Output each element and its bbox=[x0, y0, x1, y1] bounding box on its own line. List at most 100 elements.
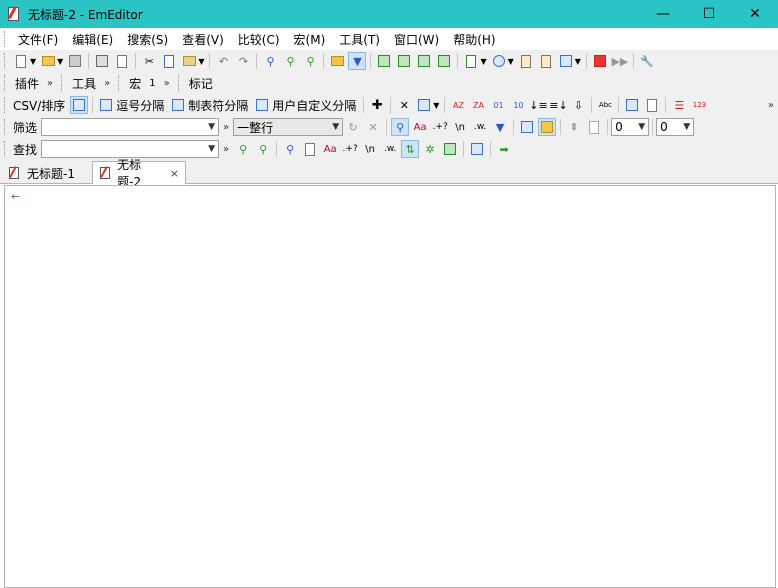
filter-search-icon[interactable]: ⚲ bbox=[391, 118, 410, 136]
clear-filter-icon[interactable]: ✕ bbox=[364, 118, 382, 136]
numbering-icon[interactable]: 123 bbox=[690, 96, 708, 114]
highlight-search-icon[interactable]: ⚲ bbox=[281, 140, 299, 158]
find-window-icon[interactable] bbox=[468, 140, 486, 158]
close-button[interactable]: ✕ bbox=[732, 0, 778, 28]
maximize-button[interactable]: ☐ bbox=[686, 0, 732, 28]
config-icon[interactable] bbox=[537, 52, 555, 70]
user-defined-separator-button[interactable]: 用户自定义分隔 bbox=[272, 97, 360, 114]
tools-chevron-icon[interactable]: » bbox=[100, 78, 114, 89]
toolbar-grip[interactable] bbox=[4, 75, 7, 91]
menu-search[interactable]: 搜索(S) bbox=[120, 31, 175, 48]
undo-icon[interactable]: ↶ bbox=[214, 52, 232, 70]
csv-overflow-chevron-icon[interactable]: » bbox=[764, 100, 778, 111]
sort-length-asc-icon[interactable]: ↓≡ bbox=[529, 96, 547, 114]
record-macro-icon[interactable] bbox=[591, 52, 609, 70]
globe-icon[interactable] bbox=[490, 52, 508, 70]
marker-label[interactable]: 标记 bbox=[185, 75, 217, 92]
match-case-icon[interactable]: Aa bbox=[321, 140, 339, 158]
whole-word-icon[interactable]: .w. bbox=[471, 118, 489, 136]
columns-dropdown-icon[interactable]: ▼ bbox=[433, 101, 439, 110]
csv-grid-icon[interactable] bbox=[395, 52, 413, 70]
newline-icon[interactable]: \n bbox=[361, 140, 379, 158]
tab-untitled-1[interactable]: 无标题-1 bbox=[2, 162, 90, 184]
export-icon[interactable] bbox=[435, 52, 453, 70]
list-icon[interactable]: ☰ bbox=[670, 96, 688, 114]
find-chevron-icon[interactable]: » bbox=[219, 144, 233, 155]
menu-window[interactable]: 窗口(W) bbox=[387, 31, 446, 48]
filter-toggle-icon[interactable]: ▼ bbox=[348, 52, 367, 70]
menu-tools[interactable]: 工具(T) bbox=[332, 31, 387, 48]
comma-separated-button[interactable]: 逗号分隔 bbox=[116, 97, 168, 114]
chevron-down-icon[interactable]: ▼ bbox=[208, 144, 215, 154]
find-doc-icon[interactable] bbox=[301, 140, 319, 158]
sort-01-icon[interactable]: 01 bbox=[489, 96, 507, 114]
find-previous-icon[interactable]: ⚲ bbox=[301, 52, 319, 70]
csv-normal-mode-icon[interactable] bbox=[70, 96, 89, 114]
find-previous-icon[interactable]: ⚲ bbox=[234, 140, 252, 158]
find-all-icon[interactable]: ✲ bbox=[421, 140, 439, 158]
filter-input[interactable]: ▼ bbox=[41, 118, 220, 136]
newline-icon[interactable]: \n bbox=[451, 118, 469, 136]
menu-macros[interactable]: 宏(M) bbox=[287, 31, 333, 48]
user-defined-separator-icon[interactable] bbox=[253, 96, 271, 114]
refresh-filter-icon[interactable]: ↻ bbox=[344, 118, 362, 136]
menu-compare[interactable]: 比较(C) bbox=[231, 31, 287, 48]
toolbar-grip[interactable] bbox=[177, 75, 181, 91]
redo-icon[interactable]: ↷ bbox=[234, 52, 252, 70]
open-folder-icon[interactable] bbox=[39, 52, 57, 70]
column-tools-icon[interactable]: ✕ bbox=[395, 96, 413, 114]
chevron-down-icon[interactable]: ▼ bbox=[683, 122, 690, 132]
split-columns-icon[interactable] bbox=[623, 96, 641, 114]
find-next-icon[interactable]: ⚲ bbox=[254, 140, 272, 158]
run-macro-icon[interactable]: ▶▶ bbox=[611, 52, 629, 70]
check-config-icon[interactable] bbox=[557, 52, 575, 70]
tools-label[interactable]: 工具 bbox=[68, 75, 100, 92]
menu-edit[interactable]: 编辑(E) bbox=[65, 31, 120, 48]
toolbar-grip[interactable] bbox=[61, 75, 64, 91]
find-list-icon[interactable] bbox=[441, 140, 459, 158]
globe-dropdown-icon[interactable]: ▼ bbox=[508, 57, 514, 66]
find-in-files-icon[interactable] bbox=[328, 52, 346, 70]
spell-check-icon[interactable]: Abc bbox=[596, 96, 614, 114]
menu-view[interactable]: 查看(V) bbox=[175, 31, 231, 48]
filter-advanced-icon[interactable]: ⇞ bbox=[565, 118, 583, 136]
cut-icon[interactable]: ✂ bbox=[140, 52, 158, 70]
properties-icon[interactable] bbox=[517, 52, 535, 70]
sort-za-icon[interactable]: ZA bbox=[469, 96, 487, 114]
toolbar-grip[interactable] bbox=[118, 75, 121, 91]
filter-export-icon[interactable] bbox=[585, 118, 603, 136]
tab-untitled-2[interactable]: 无标题-2 × bbox=[92, 158, 186, 189]
print-icon[interactable] bbox=[93, 52, 111, 70]
filter-mode-select[interactable]: 一整行 ▼ bbox=[233, 118, 344, 136]
config-dropdown-icon[interactable]: ▼ bbox=[575, 57, 581, 66]
open-dropdown-icon[interactable]: ▼ bbox=[57, 57, 63, 66]
chevron-down-icon[interactable]: ▼ bbox=[332, 122, 339, 132]
whole-word-icon[interactable]: .w. bbox=[381, 140, 399, 158]
menu-help[interactable]: 帮助(H) bbox=[446, 31, 502, 48]
macros-chevron-icon[interactable]: » bbox=[160, 78, 174, 89]
print-preview-icon[interactable] bbox=[113, 52, 131, 70]
editor-area[interactable]: ← bbox=[4, 185, 776, 588]
number-before-select[interactable]: 0 ▼ bbox=[611, 118, 650, 136]
columns-icon[interactable] bbox=[415, 96, 433, 114]
sort-length-desc-icon[interactable]: ≡↓ bbox=[549, 96, 567, 114]
filter-funnel-icon[interactable]: ▼ bbox=[491, 118, 509, 136]
toolbar-grip[interactable] bbox=[4, 53, 7, 69]
tab-close-icon[interactable]: × bbox=[170, 167, 179, 180]
macros-label[interactable]: 宏 bbox=[125, 75, 145, 92]
refresh-icon[interactable] bbox=[415, 52, 433, 70]
copy-icon[interactable] bbox=[160, 52, 178, 70]
join-columns-icon[interactable] bbox=[643, 96, 661, 114]
swap-direction-icon[interactable]: ⇅ bbox=[401, 140, 420, 158]
csv-view-icon[interactable] bbox=[375, 52, 393, 70]
tab-separated-icon[interactable] bbox=[169, 96, 187, 114]
filter-chevron-icon[interactable]: » bbox=[219, 122, 233, 133]
new-dropdown-icon[interactable]: ▼ bbox=[30, 57, 36, 66]
number-after-select[interactable]: 0 ▼ bbox=[656, 118, 695, 136]
emeditor-app-icon[interactable] bbox=[6, 6, 22, 22]
filter-dialog-icon[interactable] bbox=[518, 118, 536, 136]
paste-dropdown-icon[interactable]: ▼ bbox=[198, 57, 204, 66]
toolbar-grip[interactable] bbox=[4, 119, 7, 135]
clipboard-dropdown-icon[interactable]: ▼ bbox=[480, 57, 486, 66]
insert-column-icon[interactable]: ✚ bbox=[368, 96, 386, 114]
